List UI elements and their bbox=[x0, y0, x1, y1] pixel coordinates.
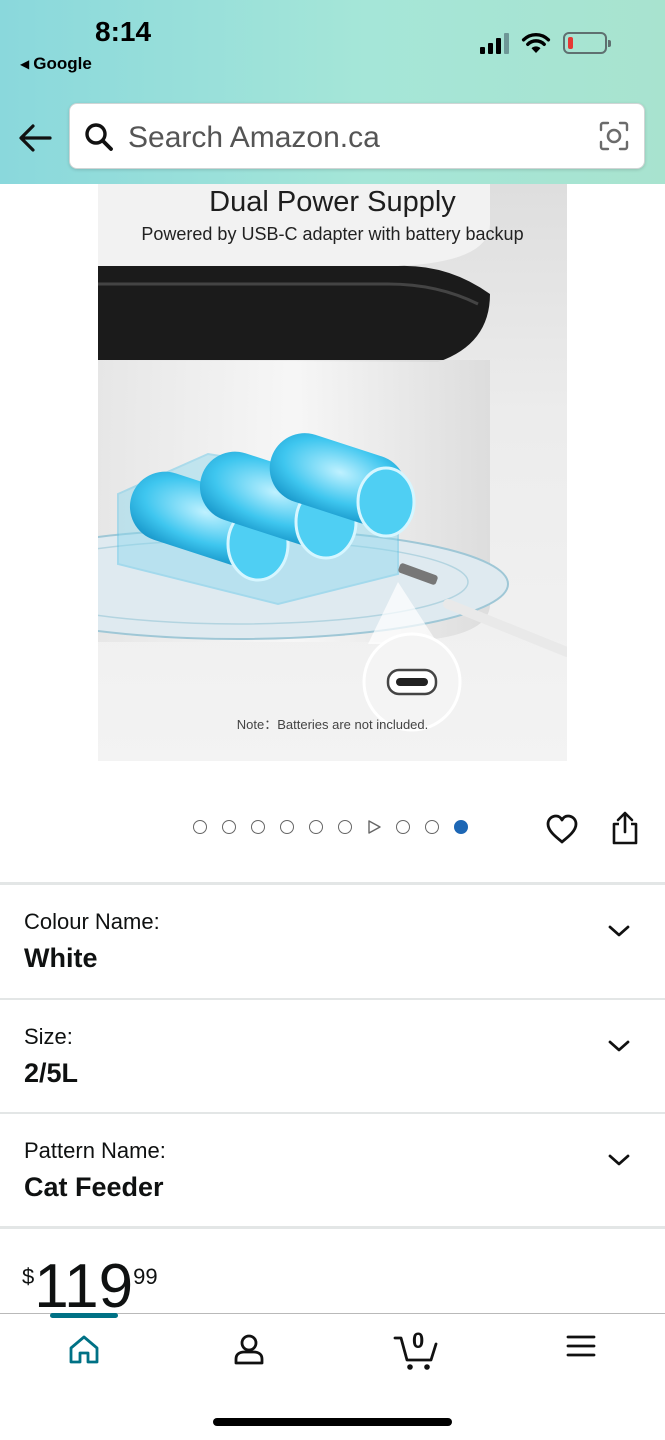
carousel-dot[interactable] bbox=[396, 820, 410, 834]
heart-icon[interactable] bbox=[545, 813, 579, 845]
status-time: 8:14 bbox=[95, 16, 152, 47]
carousel-dot[interactable] bbox=[280, 820, 294, 834]
price-whole: 119 bbox=[34, 1252, 134, 1321]
variation-value: Cat Feeder bbox=[24, 1172, 164, 1202]
carousel-dot[interactable] bbox=[251, 820, 265, 834]
variation-label: Colour Name: bbox=[24, 909, 160, 934]
wifi-icon bbox=[521, 32, 551, 53]
arrow-left-icon[interactable] bbox=[16, 118, 56, 158]
cart-count: 0 bbox=[412, 1328, 425, 1353]
menu-icon bbox=[566, 1335, 596, 1357]
variation-value: 2/5L bbox=[24, 1058, 79, 1088]
battery-icon bbox=[563, 32, 611, 54]
carousel-dot[interactable] bbox=[193, 820, 207, 834]
variation-row-pattern[interactable]: Pattern Name: Cat Feeder bbox=[0, 1114, 665, 1228]
image-note: Note：Batteries are not included. bbox=[236, 717, 429, 732]
home-indicator[interactable] bbox=[213, 1418, 452, 1426]
carousel-dot[interactable] bbox=[222, 820, 236, 834]
variation-label: Pattern Name: bbox=[24, 1138, 166, 1163]
home-icon bbox=[69, 1335, 99, 1364]
chevron-down-icon bbox=[608, 1154, 630, 1166]
account-icon bbox=[234, 1334, 264, 1365]
chevron-down-icon bbox=[608, 925, 630, 937]
price: $ 119 99 bbox=[22, 1252, 158, 1318]
search-placeholder: Search Amazon.ca bbox=[128, 121, 380, 154]
header: 8:14 ◀ Google Search Amazon.ca bbox=[0, 0, 665, 184]
nav-account[interactable] bbox=[219, 1332, 279, 1376]
price-fraction: 99 bbox=[133, 1264, 158, 1289]
triangle-left-icon: ◀ bbox=[20, 57, 30, 71]
variation-value: White bbox=[24, 943, 98, 973]
image-title: Dual Power Supply bbox=[209, 186, 456, 218]
section-divider bbox=[0, 1226, 665, 1229]
back-app-label: Google bbox=[33, 54, 92, 73]
carousel-dots[interactable] bbox=[193, 820, 468, 834]
share-icon[interactable] bbox=[610, 810, 640, 846]
magnifier-icon bbox=[85, 123, 113, 151]
product-illustration bbox=[98, 184, 567, 732]
status-icons bbox=[480, 32, 611, 54]
chevron-down-icon bbox=[608, 1040, 630, 1052]
signal-icon bbox=[480, 32, 509, 54]
product-image[interactable]: Dual Power Supply Powered by USB-C adapt… bbox=[98, 184, 567, 761]
search-input[interactable]: Search Amazon.ca bbox=[69, 103, 645, 169]
video-play-icon[interactable] bbox=[367, 820, 381, 834]
variation-label: Size: bbox=[24, 1024, 73, 1049]
back-to-app-link[interactable]: ◀ Google bbox=[20, 54, 92, 74]
variation-row-colour[interactable]: Colour Name: White bbox=[0, 885, 665, 999]
carousel-dot[interactable] bbox=[425, 820, 439, 834]
nav-home[interactable] bbox=[54, 1332, 114, 1376]
nav-menu[interactable] bbox=[551, 1332, 611, 1376]
nav-active-indicator bbox=[50, 1313, 118, 1318]
camera-lens-icon[interactable] bbox=[598, 120, 630, 152]
price-symbol: $ bbox=[22, 1264, 35, 1289]
carousel-dot[interactable] bbox=[309, 820, 323, 834]
variation-row-size[interactable]: Size: 2/5L bbox=[0, 1000, 665, 1114]
image-subtitle: Powered by USB-C adapter with battery ba… bbox=[141, 224, 524, 244]
carousel-dot[interactable] bbox=[338, 820, 352, 834]
carousel-dot-active[interactable] bbox=[454, 820, 468, 834]
